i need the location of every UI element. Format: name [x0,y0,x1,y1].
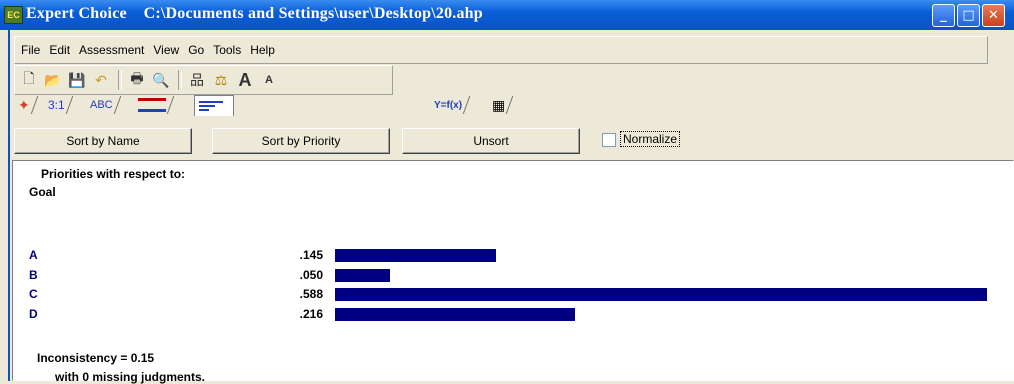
priorities-heading: Priorities with respect to: [41,167,186,181]
menu-edit[interactable]: Edit [49,43,70,57]
menu-tools[interactable]: Tools [213,43,241,57]
print-icon[interactable]: 🖶 [126,69,148,91]
maximize-icon: □ [962,8,975,23]
priority-bar-b [335,269,390,282]
toolbar-separator [178,70,182,90]
priority-label-b: B [29,268,38,282]
minimize-icon: _ [940,8,947,23]
sort-by-priority-button[interactable]: Sort by Priority [212,128,390,154]
menu-go[interactable]: Go [188,43,204,57]
new-file-icon[interactable]: 🗋 [18,69,40,91]
priority-value-c: .588 [299,287,323,301]
normalize-checkbox[interactable] [602,133,616,147]
priority-label-a: A [29,248,38,262]
priority-value-a: .145 [299,248,323,262]
priority-label-c: C [29,287,38,301]
tab-priorities[interactable] [194,95,234,116]
tab-strip: ✦ 3:1 ABC Y=f(x) ▦ [14,93,1012,117]
main-frame: File Edit Assessment View Go Tools Help … [8,30,1014,384]
tab-pairwise-numeric[interactable]: 3:1 [48,95,79,115]
menu-file[interactable]: File [21,43,40,57]
sort-by-name-button[interactable]: Sort by Name [14,128,192,154]
priority-bar-d [335,308,575,321]
toolbar: 🗋 📂 💾 ↶ 🖶 🔍 品 ⚖ A A [14,65,393,95]
title-bar[interactable]: EC Expert Choice C:\Documents and Settin… [0,0,1014,30]
graphical-icon [138,98,166,112]
close-icon: ✕ [988,8,999,23]
goal-label: Goal [29,185,56,199]
font-smaller-icon[interactable]: A [258,69,280,91]
print-preview-icon[interactable]: 🔍 [150,69,172,91]
priority-value-b: .050 [299,268,323,282]
unsort-button[interactable]: Unsort [402,128,580,154]
normalize-label[interactable]: Normalize [620,131,681,147]
priorities-panel: Priorities with respect to: Goal A .145 B.… [12,160,1014,384]
priority-value-d: .216 [299,307,323,321]
inconsistency-text: Inconsistency = 0.15 [37,351,155,365]
priority-bar-c [335,288,987,301]
window-title: Expert Choice C:\Documents and Settings\… [26,5,483,23]
menu-help[interactable]: Help [250,43,275,57]
menu-bar: File Edit Assessment View Go Tools Help [14,36,988,64]
file-path: C:\Documents and Settings\user\Desktop\2… [143,5,483,22]
open-folder-icon[interactable]: 📂 [42,69,64,91]
tab-verbal[interactable]: ABC [90,95,127,115]
app-name: Expert Choice [26,5,127,22]
tab-graphical[interactable] [138,95,181,115]
save-icon[interactable]: 💾 [66,69,88,91]
grid-icon: ▦ [492,96,506,113]
hierarchy-icon[interactable]: 品 [186,69,208,91]
toolbar-separator [118,70,122,90]
menu-view[interactable]: View [153,43,179,57]
expert-choice-app-icon[interactable]: EC [4,6,23,24]
close-button[interactable]: ✕ [982,4,1005,27]
tab-grid[interactable]: ▦ [492,95,520,115]
minimize-button[interactable]: _ [932,4,955,27]
sort-button-row: Sort by Name Sort by Priority Unsort Nor… [14,126,1012,156]
menu-assessment[interactable]: Assessment [79,43,144,57]
priority-label-d: D [29,307,38,321]
maximize-button[interactable]: □ [957,4,980,27]
priority-bar-a [335,249,496,262]
font-larger-icon[interactable]: A [234,69,256,91]
scale-icon[interactable]: ⚖ [210,69,232,91]
undo-icon[interactable]: ↶ [90,69,112,91]
tab-formula[interactable]: Y=f(x) [434,95,477,115]
missing-judgments-text: with 0 missing judgments. [55,370,206,384]
priorities-icon [199,99,225,113]
palette-icon: ✦ [18,96,30,113]
tab-palette[interactable]: ✦ [18,95,45,115]
